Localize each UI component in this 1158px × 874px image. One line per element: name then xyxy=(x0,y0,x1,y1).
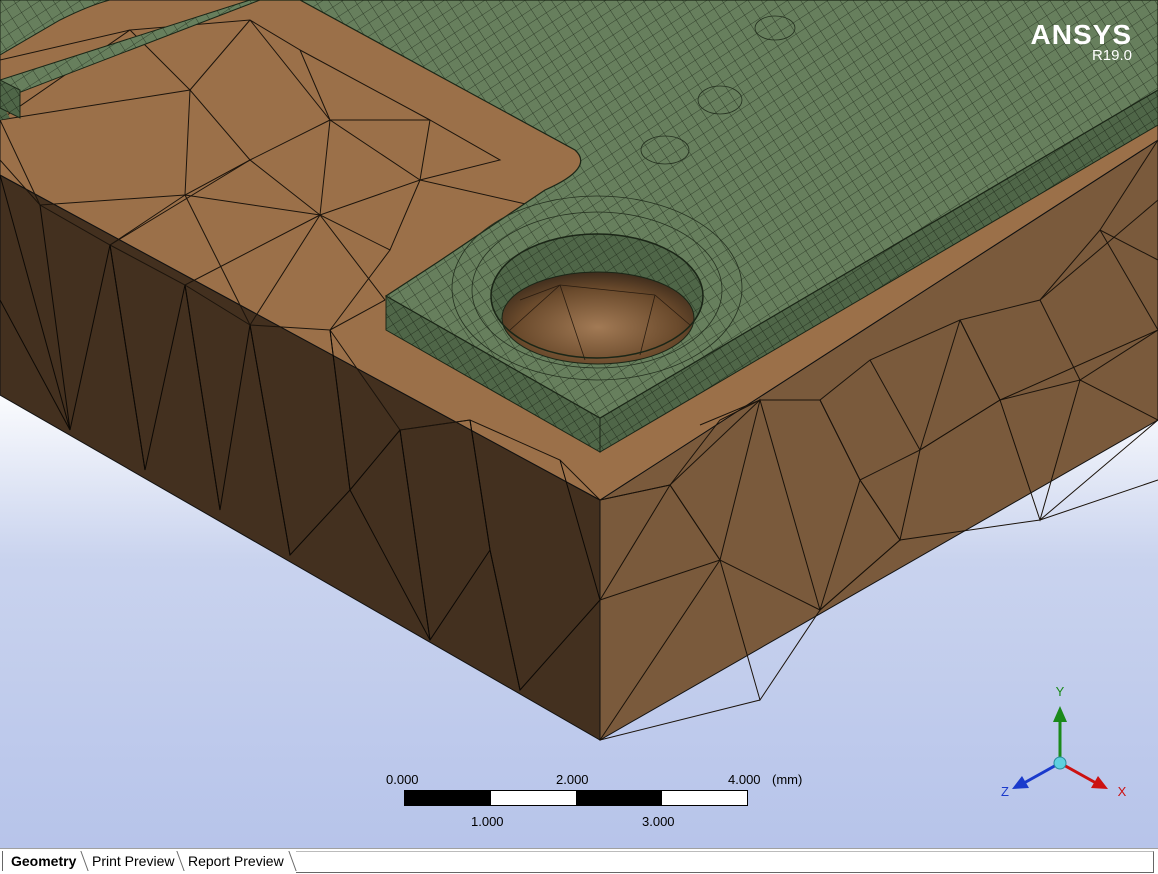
scale-label-2: 2.000 xyxy=(556,772,589,787)
x-axis-label: X xyxy=(1118,784,1127,799)
ansys-logo: ANSYS R19.0 xyxy=(1031,20,1132,64)
scale-label-1: 1.000 xyxy=(471,814,504,829)
z-axis-label: Z xyxy=(1001,784,1009,799)
scale-unit: (mm) xyxy=(772,772,803,787)
axis-triad[interactable]: Y X Z xyxy=(996,680,1136,810)
tab-bar-filler xyxy=(296,851,1154,873)
tab-report-preview[interactable]: Report Preview xyxy=(180,851,290,871)
hole-bottom xyxy=(501,271,695,365)
logo-revision: R19.0 xyxy=(1091,47,1132,64)
logo-name: ANSYS xyxy=(1030,19,1132,50)
scale-bar-graphic xyxy=(404,790,748,806)
scale-label-0: 0.000 xyxy=(386,772,419,787)
mesh-model-view xyxy=(0,0,1158,741)
scale-label-3: 3.000 xyxy=(642,814,675,829)
scale-label-4: 4.000 xyxy=(728,772,761,787)
triad-origin xyxy=(1053,756,1067,770)
tab-geometry[interactable]: Geometry xyxy=(2,851,82,871)
y-axis-label: Y xyxy=(1056,684,1065,699)
y-axis-arrow xyxy=(1053,706,1067,722)
scale-bar: 0.000 2.000 4.000 (mm) 1.000 3.000 xyxy=(380,770,820,834)
tab-print-preview[interactable]: Print Preview xyxy=(84,851,180,871)
graphics-viewport[interactable]: ANSYS R19.0 0.000 2.000 4.000 (mm) 1.000… xyxy=(0,0,1158,848)
view-tab-bar: Geometry Print Preview Report Preview xyxy=(0,848,1158,874)
